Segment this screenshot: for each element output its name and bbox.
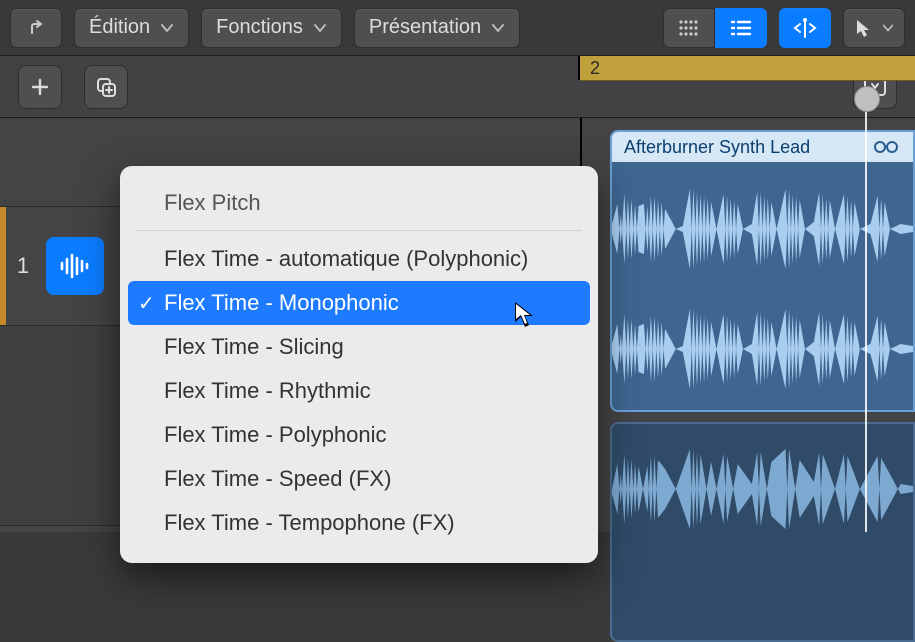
flex-menu-item[interactable]: Flex Time - Slicing	[120, 325, 598, 369]
menu-item-label: Flex Time - Tempophone (FX)	[164, 510, 455, 536]
presentation-menu-button[interactable]: Présentation	[354, 8, 520, 48]
menu-item-label: Flex Time - automatique (Polyphonic)	[164, 246, 528, 272]
ruler-marker: 2	[590, 58, 600, 79]
menu-item-label: Flex Time - Speed (FX)	[164, 466, 391, 492]
duplicate-track-button[interactable]	[84, 65, 128, 109]
waveform-channel-1	[612, 174, 913, 284]
duplicate-icon	[94, 75, 118, 99]
audio-region[interactable]: Afterburner Synth Lead	[610, 130, 915, 412]
playhead[interactable]	[865, 100, 867, 532]
flex-menu-item[interactable]: Flex Time - Rhythmic	[120, 369, 598, 413]
grid-view-button[interactable]	[663, 8, 715, 48]
track-type-icon[interactable]	[46, 237, 104, 295]
waveform-channel-1	[612, 434, 913, 544]
grid-icon	[678, 19, 700, 37]
edit-menu-button[interactable]: Édition	[74, 8, 189, 48]
edit-menu-label: Édition	[89, 16, 150, 39]
functions-menu-label: Fonctions	[216, 16, 303, 39]
plus-icon	[29, 76, 51, 98]
chevron-down-icon	[491, 21, 505, 35]
timeline-ruler[interactable]: 2	[580, 56, 915, 81]
list-view-button[interactable]	[715, 8, 767, 48]
flex-mode-menu: Flex Pitch Flex Time - automatique (Poly…	[120, 166, 598, 563]
flex-menu-header[interactable]: Flex Pitch	[120, 180, 598, 230]
flex-menu-item[interactable]: Flex Time - automatique (Polyphonic)	[120, 237, 598, 281]
flex-menu-item[interactable]: ✓ Flex Time - Monophonic	[128, 281, 590, 325]
flex-icon	[792, 17, 818, 39]
back-up-icon	[26, 18, 46, 38]
pointer-icon	[854, 18, 872, 38]
flex-menu-item[interactable]: Flex Time - Tempophone (FX)	[120, 501, 598, 545]
pointer-tool-button[interactable]	[843, 8, 905, 48]
menu-divider	[136, 230, 582, 231]
check-icon: ✓	[138, 291, 155, 316]
audio-wave-icon	[58, 252, 92, 280]
main-toolbar: Édition Fonctions Présentation	[0, 0, 915, 56]
region-name: Afterburner Synth Lead	[624, 137, 810, 158]
menu-item-label: Flex Time - Slicing	[164, 334, 344, 360]
flex-button[interactable]	[779, 8, 831, 48]
chevron-down-icon	[160, 21, 174, 35]
menu-item-label: Flex Time - Monophonic	[164, 290, 399, 316]
presentation-menu-label: Présentation	[369, 16, 481, 39]
track-number: 1	[0, 253, 46, 279]
audio-region-2[interactable]	[610, 422, 915, 642]
menu-item-label: Flex Time - Rhythmic	[164, 378, 371, 404]
chevron-down-icon	[313, 21, 327, 35]
list-icon	[729, 19, 753, 37]
menu-item-label: Flex Time - Polyphonic	[164, 422, 387, 448]
flex-menu-item[interactable]: Flex Time - Speed (FX)	[120, 457, 598, 501]
waveform-channel-2	[612, 294, 913, 404]
chevron-down-icon	[882, 22, 894, 34]
functions-menu-button[interactable]: Fonctions	[201, 8, 342, 48]
loop-icon	[873, 139, 901, 155]
view-mode-segmented	[663, 8, 767, 48]
region-title-bar: Afterburner Synth Lead	[612, 132, 913, 162]
add-track-button[interactable]	[18, 65, 62, 109]
back-up-button[interactable]	[10, 8, 62, 48]
flex-menu-item[interactable]: Flex Time - Polyphonic	[120, 413, 598, 457]
